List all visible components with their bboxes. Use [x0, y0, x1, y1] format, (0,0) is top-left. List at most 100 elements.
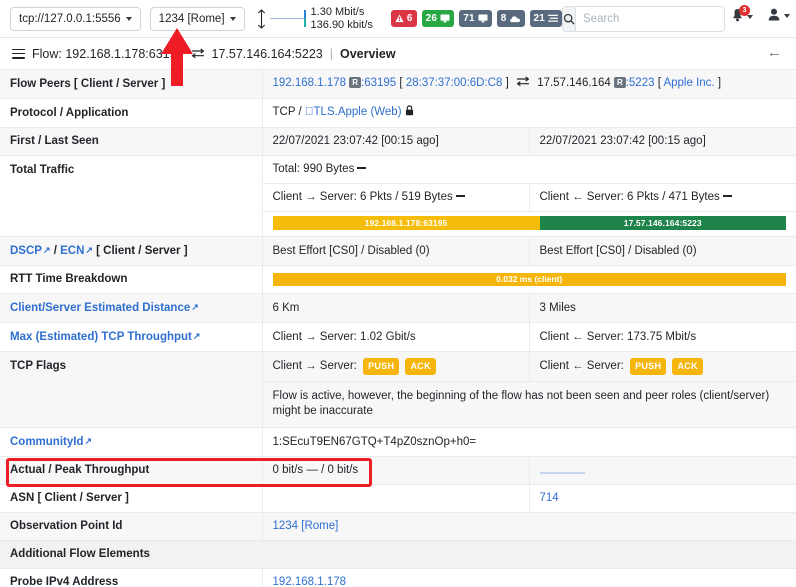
- table-row: CommunityId↗ 1:SEcuT9EN67GTQ+T4pZ0sznOp+…: [0, 427, 796, 457]
- active-hosts-badge[interactable]: 26: [421, 10, 455, 27]
- trend-dash-icon: [455, 195, 465, 197]
- rtt-bar[interactable]: 0.032 ms (client): [272, 273, 786, 286]
- distance-label: Client/Server Estimated Distance↗: [0, 293, 263, 323]
- bidirectional-arrows-icon: [516, 76, 530, 92]
- tcp-flags-s2c-prefix: Client ← Server:: [539, 360, 624, 372]
- asn-server-value: 714: [529, 484, 796, 513]
- asn-client-value: [262, 484, 530, 513]
- max-throughput-c2s: Client → Server: 1.02 Gbit/s: [262, 322, 530, 352]
- actual-peak-value: 0 bit/s — / 0 bit/s: [262, 456, 530, 485]
- max-throughput-link[interactable]: Max (Estimated) TCP Throughput: [10, 331, 192, 343]
- table-row: TCP Flags Client → Server: PUSH ACK Clie…: [0, 351, 796, 428]
- tcp-flags-label: TCP Flags: [0, 351, 263, 428]
- external-link-icon[interactable]: ↗: [85, 243, 93, 258]
- lock-icon: [405, 105, 414, 121]
- tcp-flag-push: PUSH: [363, 358, 400, 375]
- top-navigation-bar: tcp://127.0.0.1:5556 1234 [Rome] 1.30 Mb…: [0, 0, 796, 38]
- probe-ip-link[interactable]: 192.168.1.178: [273, 576, 347, 587]
- first-seen-value: 22/07/2021 23:07:42 [00:15 ago]: [262, 127, 530, 156]
- protocol-slash: /: [298, 106, 302, 118]
- tcp-flags-c2s-prefix: Client → Server:: [272, 360, 357, 372]
- throughput-sparkline-icon: [539, 471, 585, 474]
- alerts-badge-count: 6: [406, 13, 413, 24]
- observation-point-selector-dropdown[interactable]: 1234 [Rome]: [149, 6, 245, 31]
- server-port-link[interactable]: :5223: [626, 77, 655, 89]
- hamburger-menu-icon[interactable]: [12, 48, 25, 59]
- flows-badge[interactable]: 21: [529, 10, 563, 27]
- community-id-link[interactable]: CommunityId: [10, 436, 83, 448]
- chevron-down-icon: [229, 16, 236, 21]
- application-link[interactable]: TLS.Apple: [314, 106, 368, 118]
- interface-selector-dropdown[interactable]: tcp://127.0.0.1:5556: [10, 6, 141, 31]
- observation-point-link[interactable]: 1234 [Rome]: [273, 520, 339, 532]
- search-input[interactable]: [576, 7, 724, 31]
- client-port-link[interactable]: :63195: [361, 77, 396, 89]
- client-mac-link[interactable]: 28:37:37:00:6D:C8: [406, 77, 503, 89]
- throughput-sparkline: [269, 10, 306, 27]
- table-row: Additional Flow Elements: [0, 540, 796, 569]
- last-seen-value: 22/07/2021 23:07:42 [00:15 ago]: [529, 127, 796, 156]
- server-org-open-bracket: [: [657, 77, 661, 89]
- external-link-icon[interactable]: ↗: [193, 329, 201, 344]
- cloud-icon: [509, 15, 520, 22]
- user-menu-button[interactable]: [768, 8, 790, 24]
- alerts-badge[interactable]: 6: [390, 10, 417, 27]
- trend-dash-icon: [357, 167, 367, 169]
- actual-peak-sparkline-cell: [529, 456, 796, 485]
- flow-peers-value: 192.168.1.178 R:63195 [ 28:37:37:00:6D:C…: [262, 70, 796, 99]
- external-link-icon[interactable]: ↗: [191, 300, 199, 315]
- status-badge-group: 6 26 71 8 21: [390, 10, 563, 27]
- user-icon: [768, 8, 780, 24]
- asn-server-link[interactable]: 714: [540, 492, 559, 504]
- total-traffic-c2s: Client → Server: 6 Pkts / 519 Bytes: [262, 183, 530, 212]
- traffic-bar-server[interactable]: 17.57.146.164:5223: [539, 216, 786, 230]
- tcp-flag-ack: ACK: [405, 358, 436, 375]
- interface-selector-label: tcp://127.0.0.1:5556: [19, 12, 121, 25]
- external-link-icon[interactable]: ↗: [84, 434, 92, 449]
- total-traffic-total-text: Total: 990 Bytes: [272, 163, 355, 175]
- external-link-icon[interactable]: ↗: [43, 243, 51, 258]
- total-traffic-s2c: Client ← Server: 6 Pkts / 471 Bytes: [529, 183, 796, 212]
- notifications-button[interactable]: 3: [731, 5, 753, 25]
- traffic-bar-client[interactable]: 192.168.1.178:63195: [272, 216, 540, 230]
- dscp-client-value: Best Effort [CS0] / Disabled (0): [262, 236, 530, 266]
- bidirectional-arrows-icon: [191, 48, 205, 59]
- table-row: Client/Server Estimated Distance↗ 6 Km 3…: [0, 293, 796, 323]
- throughput-download: 1.30 Mbit/s: [310, 6, 365, 18]
- table-row: ASN [ Client / Server ] 714: [0, 484, 796, 513]
- list-icon: [548, 14, 558, 22]
- server-ip-text: 17.57.146.164: [537, 77, 611, 89]
- flow-details-table: Flow Peers [ Client / Server ] 192.168.1…: [0, 70, 796, 587]
- devices-badge[interactable]: 8: [496, 10, 525, 27]
- protocol-label: Protocol / Application: [0, 98, 263, 128]
- header-separator: |: [329, 46, 333, 61]
- server-org-close-bracket: ]: [717, 77, 722, 89]
- table-row: Probe IPv4 Address 192.168.1.178: [0, 568, 796, 587]
- back-arrow-icon[interactable]: ←: [767, 45, 782, 61]
- throughput-upload: 136.90 kbit/s: [310, 18, 373, 31]
- flows-badge-count: 21: [533, 13, 546, 24]
- server-org-link[interactable]: Apple Inc.: [663, 77, 714, 89]
- distance-link[interactable]: Client/Server Estimated Distance: [10, 302, 190, 314]
- flow-title: Flow: 192.168.1.178:63195: [32, 46, 184, 61]
- client-resolved-badge: R: [349, 77, 362, 88]
- table-row: DSCP↗ / ECN↗ [ Client / Server ] Best Ef…: [0, 236, 796, 266]
- dscp-link[interactable]: DSCP: [10, 245, 42, 257]
- observation-point-value: 1234 [Rome]: [262, 512, 796, 541]
- community-id-value: 1:SEcuT9EN67GTQ+T4pZ0sznOp+h0=: [262, 427, 796, 457]
- search-box[interactable]: [562, 6, 725, 32]
- ecn-link[interactable]: ECN: [60, 245, 84, 257]
- monitor-icon: [440, 14, 450, 23]
- throughput-indicator: 1.30 Mbit/s 136.90 kbit/s: [269, 6, 373, 31]
- l4-protocol-text: TCP: [272, 106, 296, 118]
- total-hosts-badge[interactable]: 71: [459, 10, 492, 27]
- notification-count-badge: 3: [739, 5, 750, 16]
- up-down-arrows-icon: [256, 8, 267, 29]
- total-traffic-c2s-text: Client → Server: 6 Pkts / 519 Bytes: [272, 191, 453, 203]
- table-row: Observation Point Id 1234 [Rome]: [0, 512, 796, 541]
- application-category-link[interactable]: (Web): [370, 106, 401, 118]
- dscp-label-suffix: [ Client / Server ]: [96, 245, 188, 257]
- bell-icon: 3: [731, 5, 750, 25]
- client-ip-link[interactable]: 192.168.1.178: [273, 77, 347, 89]
- observation-point-label: Observation Point Id: [0, 512, 263, 541]
